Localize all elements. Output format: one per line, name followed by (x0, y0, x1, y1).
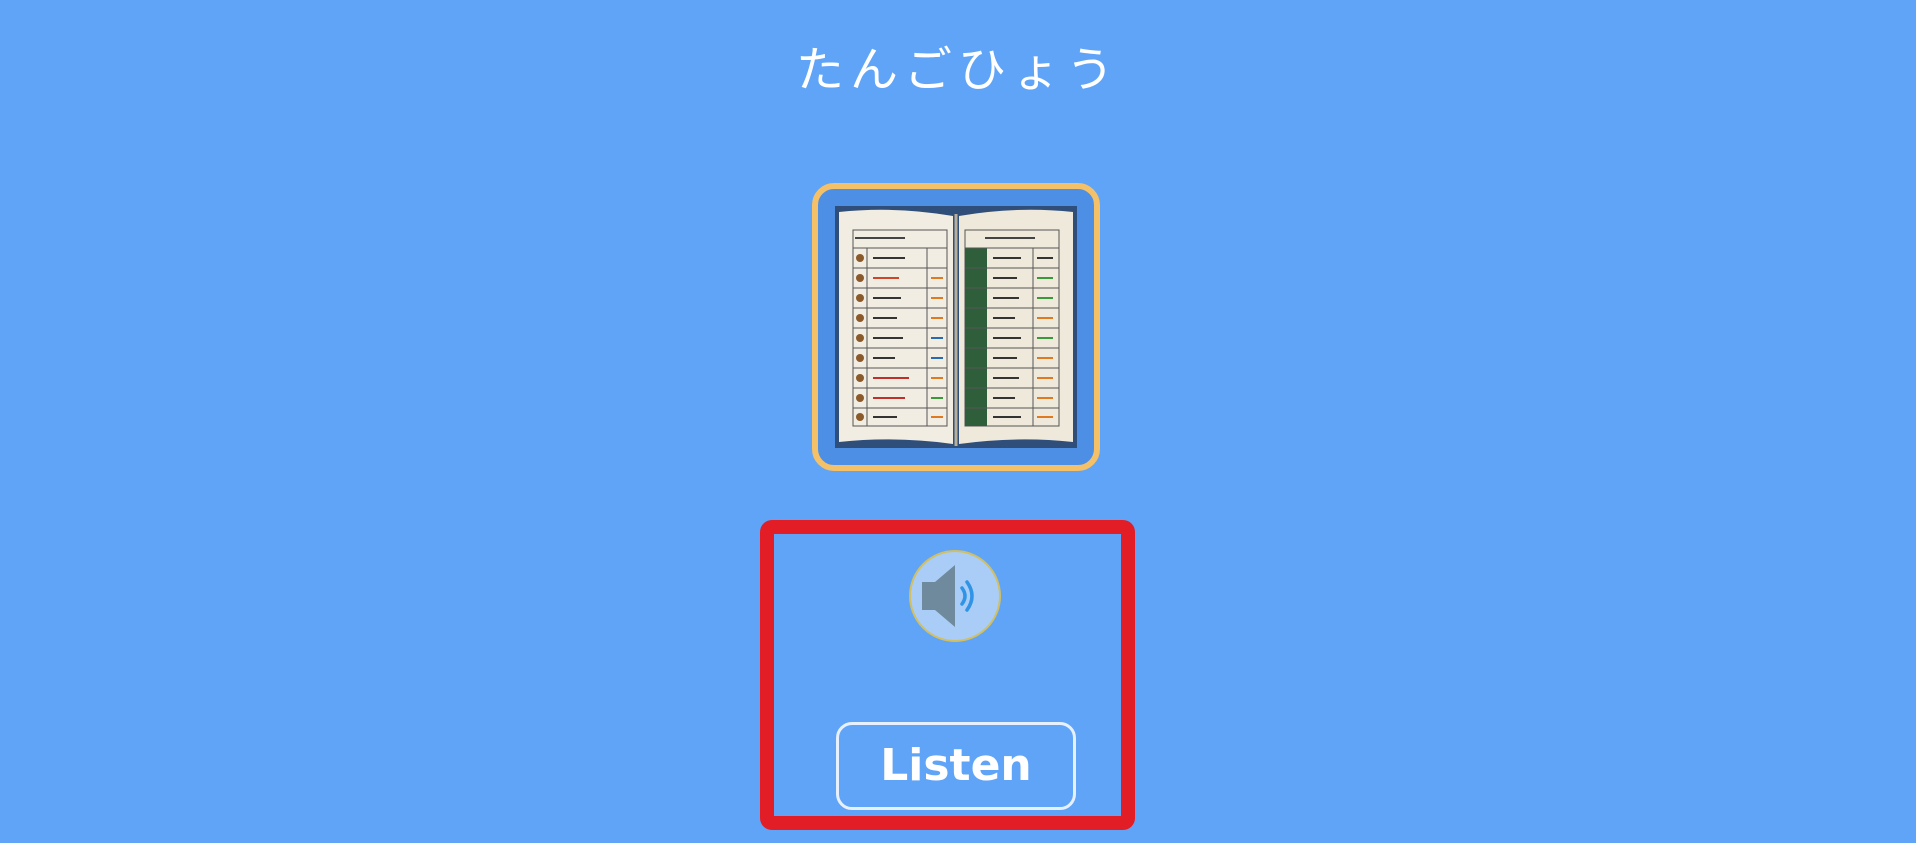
word-image-card (812, 183, 1100, 471)
notebook-image (835, 206, 1077, 448)
speaker-icon (922, 565, 974, 627)
speaker-button[interactable] (909, 550, 1001, 642)
page-title: たんごひょう (795, 42, 1120, 98)
listen-button[interactable]: Listen (836, 722, 1076, 810)
quiz-page: たんごひょう Listen (0, 0, 1916, 843)
